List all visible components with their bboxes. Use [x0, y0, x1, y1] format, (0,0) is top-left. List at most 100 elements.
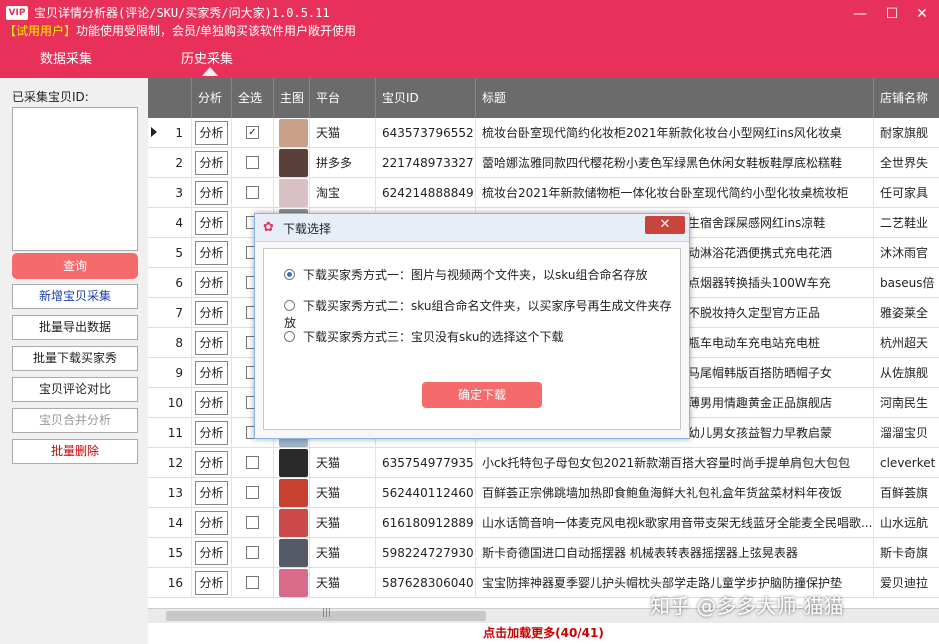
table-row[interactable]: 14 分析 天猫 616180912889 山水话筒音响一体麦克风电视k歌家用音带支架无… — [148, 508, 939, 538]
shop-name-cell: 沐沐雨官 — [874, 238, 939, 268]
load-more-link[interactable]: 点击加载更多(40/41) — [148, 623, 939, 644]
row-checkbox[interactable] — [246, 576, 259, 589]
row-number: 14 — [167, 516, 183, 530]
row-checkbox[interactable] — [246, 516, 259, 529]
row-checkbox[interactable] — [246, 546, 259, 559]
analyze-button[interactable]: 分析 — [195, 331, 228, 355]
maximize-button[interactable]: ☐ — [879, 6, 905, 22]
analyze-button[interactable]: 分析 — [195, 451, 228, 475]
radio-option-1[interactable] — [284, 269, 295, 280]
product-thumbnail — [279, 539, 308, 567]
table-row[interactable]: 2 分析 拼多多 221748973327 蕾哈娜汯雅同款四代樱花粉小麦色军绿黑色休闲女… — [148, 148, 939, 178]
row-checkbox[interactable] — [246, 486, 259, 499]
select-cell — [232, 478, 274, 508]
shop-name-cell: 任可家具 — [874, 178, 939, 208]
batch-download-buyer-show-button[interactable]: 批量下载买家秀 — [12, 346, 138, 371]
title-bar: VIP 宝贝详情分析器(评论/SKU/买家秀/问大家)1.0.5.11 【试用用… — [0, 0, 939, 40]
table-header: 分析 全选 主图 平台 宝贝ID 标题 店铺名称 — [148, 78, 939, 118]
row-number-cell: 7 — [148, 298, 192, 328]
analyze-button[interactable]: 分析 — [195, 301, 228, 325]
analyze-cell: 分析 — [192, 118, 232, 148]
row-number: 13 — [167, 486, 183, 500]
item-id-cell: 587628306040 — [376, 568, 476, 598]
analyze-button[interactable]: 分析 — [195, 241, 228, 265]
analyze-cell: 分析 — [192, 238, 232, 268]
analyze-button[interactable]: 分析 — [195, 121, 228, 145]
scrollbar-thumb[interactable]: ||| — [166, 608, 486, 621]
item-id-cell: 562440112460 — [376, 478, 476, 508]
analyze-button[interactable]: 分析 — [195, 151, 228, 175]
analyze-button[interactable]: 分析 — [195, 541, 228, 565]
row-checkbox[interactable] — [246, 456, 259, 469]
analyze-cell: 分析 — [192, 388, 232, 418]
analyze-button[interactable]: 分析 — [195, 271, 228, 295]
analyze-button[interactable]: 分析 — [195, 361, 228, 385]
shop-name-cell: 河南民生 — [874, 388, 939, 418]
header-main-image: 主图 — [274, 78, 310, 118]
table-row[interactable]: 15 分析 天猫 598224727930 斯卡奇德国进口自动摇摆器 机械表转表器摇摆器… — [148, 538, 939, 568]
analyze-cell: 分析 — [192, 358, 232, 388]
table-row[interactable]: 3 分析 淘宝 624214888849 梳妆台2021年新款储物柜一体化妆台卧室现代简… — [148, 178, 939, 208]
batch-delete-button[interactable]: 批量删除 — [12, 439, 138, 464]
analyze-cell: 分析 — [192, 538, 232, 568]
item-id-cell: 643573796552 — [376, 118, 476, 148]
header-title: 标题 — [476, 78, 874, 118]
dialog-title: 下载选择 — [283, 222, 332, 236]
trial-text: 功能使用受限制，会员/单独购买该软件用户敞开使用 — [76, 24, 357, 38]
platform-cell: 天猫 — [310, 568, 376, 598]
analyze-cell: 分析 — [192, 298, 232, 328]
product-thumbnail — [279, 149, 308, 177]
trial-notice: 【试用用户】功能使用受限制，会员/单独购买该软件用户敞开使用 — [4, 22, 356, 39]
minimize-button[interactable]: — — [847, 6, 873, 22]
table-row[interactable]: 13 分析 天猫 562440112460 百鲜荟正宗佛跳墙加热即食鲍鱼海鲜大礼包礼盒年… — [148, 478, 939, 508]
radio-option-2[interactable] — [284, 300, 295, 311]
row-checkbox[interactable] — [246, 186, 259, 199]
analyze-button[interactable]: 分析 — [195, 421, 228, 445]
download-option-3[interactable]: 下载买家秀方式三：宝贝没有sku的选择这个下载 — [284, 328, 563, 345]
title-cell: 山水话筒音响一体麦克风电视k歌家用音带支架无线蓝牙全能麦全民唱歌... — [476, 508, 874, 538]
select-cell — [232, 508, 274, 538]
analyze-button[interactable]: 分析 — [195, 391, 228, 415]
product-thumbnail — [279, 479, 308, 507]
dialog-close-button[interactable]: ✕ — [645, 216, 685, 234]
review-compare-button[interactable]: 宝贝评论对比 — [12, 377, 138, 402]
table-row[interactable]: 12 分析 天猫 635754977935 小ck托特包子母包女包2021新款潮百搭大容… — [148, 448, 939, 478]
download-option-1[interactable]: 下载买家秀方式一：图片与视频两个文件夹，以sku组合命名存放 — [284, 266, 647, 283]
close-button[interactable]: ✕ — [909, 6, 935, 22]
row-checkbox[interactable]: ✓ — [246, 126, 259, 139]
item-id-cell: 624214888849 — [376, 178, 476, 208]
analyze-button[interactable]: 分析 — [195, 571, 228, 595]
row-checkbox[interactable] — [246, 156, 259, 169]
analyze-button[interactable]: 分析 — [195, 211, 228, 235]
merge-analysis-button[interactable]: 宝贝合并分析 — [12, 408, 138, 433]
analyze-button[interactable]: 分析 — [195, 511, 228, 535]
title-cell: 斯卡奇德国进口自动摇摆器 机械表转表器摇摆器上弦晃表器 — [476, 538, 874, 568]
radio-option-3[interactable] — [284, 331, 295, 342]
row-number-cell: 9 — [148, 358, 192, 388]
confirm-download-button[interactable]: 确定下载 — [422, 382, 542, 408]
analyze-cell: 分析 — [192, 568, 232, 598]
header-rownum — [148, 78, 192, 118]
option-3-label: 下载买家秀方式三：宝贝没有sku的选择这个下载 — [303, 330, 564, 344]
table-row[interactable]: 1 分析 ✓ 天猫 643573796552 梳妆台卧室现代简约化妆柜2021年新款化妆台… — [148, 118, 939, 148]
analyze-cell: 分析 — [192, 508, 232, 538]
row-number: 1 — [175, 126, 183, 140]
row-number-cell: 14 — [148, 508, 192, 538]
analyze-button[interactable]: 分析 — [195, 181, 228, 205]
shop-name-cell: 山水远航 — [874, 508, 939, 538]
header-analyze: 分析 — [192, 78, 232, 118]
tab-history-collect[interactable]: 历史采集 — [181, 48, 233, 67]
header-select-all[interactable]: 全选 — [232, 78, 274, 118]
row-number: 5 — [175, 246, 183, 260]
tab-data-collect[interactable]: 数据采集 — [40, 48, 92, 67]
query-button[interactable]: 查询 — [12, 253, 138, 279]
row-number-cell: 1 — [148, 118, 192, 148]
select-cell — [232, 148, 274, 178]
add-item-collect-button[interactable]: 新增宝贝采集 — [12, 284, 138, 309]
image-cell — [274, 538, 310, 568]
analyze-button[interactable]: 分析 — [195, 481, 228, 505]
shop-name-cell: 杭州超天 — [874, 328, 939, 358]
download-option-2[interactable]: 下载买家秀方式二：sku组合命名文件夹，以买家序号再生成文件夹存放 — [284, 297, 680, 331]
collected-id-textarea[interactable] — [12, 107, 138, 251]
batch-export-button[interactable]: 批量导出数据 — [12, 315, 138, 340]
